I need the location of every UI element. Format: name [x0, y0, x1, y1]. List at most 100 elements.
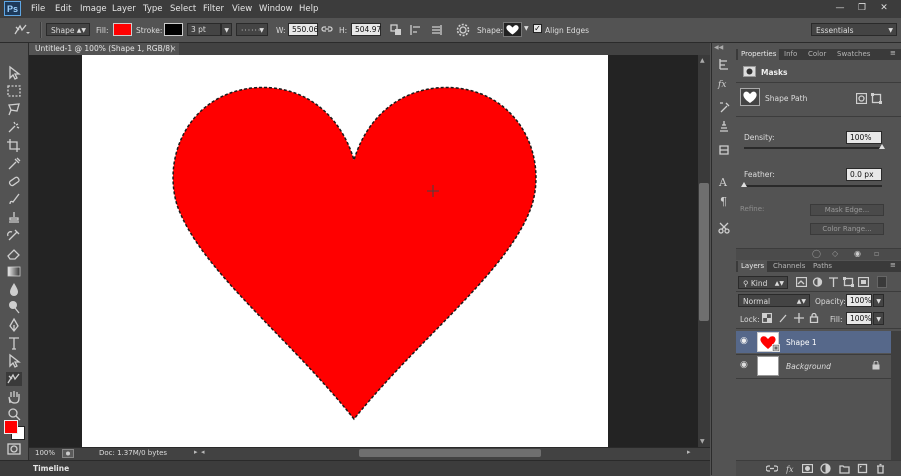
shape-picker[interactable]: [503, 22, 522, 37]
marquee-tool-icon[interactable]: [5, 83, 23, 99]
layer-row-background[interactable]: ◉ Background: [736, 355, 891, 377]
path-alignment-icon[interactable]: [409, 23, 423, 37]
scroll-right-icon[interactable]: ▸: [687, 448, 691, 456]
paragraph-panel-icon[interactable]: ¶: [717, 193, 731, 207]
foreground-color-swatch[interactable]: [4, 420, 18, 434]
width-input[interactable]: 550.06: [288, 23, 318, 36]
document-tab[interactable]: Untitled-1 @ 100% (Shape 1, RGB/8) * ×: [29, 43, 179, 65]
panel-menu-icon[interactable]: ≡: [890, 49, 896, 57]
menu-file[interactable]: File: [31, 4, 45, 14]
lock-position-icon[interactable]: [794, 313, 804, 323]
delete-mask-icon[interactable]: ▫: [874, 249, 879, 258]
gear-icon[interactable]: [456, 23, 470, 37]
menu-help[interactable]: Help: [299, 4, 318, 14]
lock-image-pixels-icon[interactable]: [778, 313, 788, 323]
tab-info[interactable]: Info: [781, 49, 800, 60]
quick-mask-icon[interactable]: [5, 441, 23, 457]
tab-layers[interactable]: Layers: [738, 261, 768, 272]
blur-tool-icon[interactable]: [5, 281, 23, 297]
tab-paths[interactable]: Paths: [810, 261, 835, 272]
tools-scissors-icon[interactable]: [717, 221, 731, 235]
filter-adjustment-icon[interactable]: [812, 277, 823, 287]
feather-input[interactable]: 0.0 px: [846, 168, 882, 181]
filter-type-icon[interactable]: [828, 277, 839, 287]
filter-shape-icon[interactable]: [843, 277, 854, 287]
stroke-width-input[interactable]: 3 pt: [187, 23, 221, 36]
healing-brush-tool-icon[interactable]: [5, 173, 23, 189]
crop-tool-icon[interactable]: [5, 137, 23, 153]
document-canvas[interactable]: [82, 55, 608, 447]
align-edges-checkbox[interactable]: ✓: [533, 24, 542, 33]
blend-mode-dropdown[interactable]: Normal ▲▼: [738, 294, 810, 307]
filter-smart-object-icon[interactable]: [858, 277, 869, 287]
add-layer-mask-icon[interactable]: [802, 464, 813, 473]
menu-type[interactable]: Type: [143, 4, 163, 14]
delete-layer-icon[interactable]: [875, 463, 886, 474]
filter-toggle-switch[interactable]: [877, 276, 887, 288]
disable-mask-icon[interactable]: ◉: [854, 249, 861, 258]
link-icon[interactable]: [321, 24, 333, 34]
quick-selection-tool-icon[interactable]: [5, 119, 23, 135]
lock-all-icon[interactable]: [809, 313, 819, 323]
restore-icon[interactable]: ❐: [851, 2, 873, 15]
type-tool-icon[interactable]: [5, 335, 23, 351]
vertical-scrollbar-thumb[interactable]: [699, 183, 709, 321]
custom-shape-tool-preset-icon[interactable]: [12, 22, 30, 38]
eye-icon[interactable]: ◉: [740, 360, 748, 370]
eye-icon[interactable]: ◉: [740, 336, 748, 346]
status-info-icon[interactable]: [62, 449, 74, 458]
stroke-color-swatch[interactable]: [164, 23, 183, 36]
add-vector-mask-icon[interactable]: [871, 93, 882, 104]
stroke-width-dropdown[interactable]: ▼: [221, 23, 232, 36]
color-range-button[interactable]: Color Range...: [810, 223, 884, 235]
layer-effects-icon[interactable]: fx: [786, 463, 798, 474]
mask-edge-button[interactable]: Mask Edge...: [810, 204, 884, 216]
tool-presets-icon[interactable]: [717, 100, 731, 114]
menu-edit[interactable]: Edit: [55, 4, 71, 14]
add-pixel-mask-icon[interactable]: [856, 93, 867, 104]
move-tool-icon[interactable]: [5, 65, 23, 81]
brush-tool-icon[interactable]: [5, 191, 23, 207]
tab-properties[interactable]: Properties: [738, 49, 780, 60]
new-layer-icon[interactable]: [857, 463, 868, 474]
menu-layer[interactable]: Layer: [112, 4, 136, 14]
close-tab-icon[interactable]: ×: [170, 43, 176, 55]
link-layers-icon[interactable]: [766, 464, 778, 473]
gradient-tool-icon[interactable]: [5, 263, 23, 279]
hand-tool-icon[interactable]: [5, 389, 23, 405]
layer-filter-kind-dropdown[interactable]: ⚲ Kind ▲▼: [738, 276, 788, 289]
density-slider-thumb[interactable]: [879, 144, 885, 149]
stroke-type-dropdown[interactable]: ······· ▼: [236, 23, 268, 36]
path-arrangement-icon[interactable]: [429, 23, 443, 37]
tab-color[interactable]: Color: [805, 49, 829, 60]
scroll-down-icon[interactable]: ▼: [700, 438, 705, 445]
menu-window[interactable]: Window: [259, 4, 293, 14]
brush-presets-icon[interactable]: [717, 119, 731, 133]
clone-source-icon[interactable]: [717, 143, 731, 157]
scroll-up-icon[interactable]: ▲: [700, 57, 705, 64]
history-brush-tool-icon[interactable]: [5, 227, 23, 243]
opacity-slider-dropdown[interactable]: ▼: [873, 294, 884, 307]
history-panel-icon[interactable]: [717, 57, 731, 71]
load-selection-icon[interactable]: ◯: [812, 249, 821, 258]
filter-pixel-icon[interactable]: [796, 277, 807, 287]
density-input[interactable]: 100%: [846, 131, 882, 144]
minimize-icon[interactable]: —: [829, 2, 851, 15]
lasso-tool-icon[interactable]: [5, 101, 23, 117]
tool-mode-dropdown[interactable]: Shape ▲▼: [46, 23, 90, 36]
zoom-level[interactable]: 100%: [35, 449, 55, 457]
chevron-down-icon[interactable]: ▼: [524, 25, 529, 32]
fill-color-swatch[interactable]: [113, 23, 132, 36]
menu-select[interactable]: Select: [170, 4, 196, 14]
feather-slider-track[interactable]: [744, 185, 882, 187]
pen-tool-icon[interactable]: [5, 317, 23, 333]
opacity-input[interactable]: 100%: [846, 294, 872, 307]
height-input[interactable]: 504.97: [351, 23, 381, 36]
close-icon[interactable]: ✕: [873, 2, 895, 15]
feather-slider-thumb[interactable]: [741, 182, 747, 187]
layers-scrollbar[interactable]: [891, 331, 901, 460]
path-operations-icon[interactable]: [389, 23, 403, 37]
horizontal-scrollbar-thumb[interactable]: [359, 449, 541, 457]
adjustment-layer-icon[interactable]: [820, 463, 831, 474]
status-menu-arrow-icon[interactable]: ▸: [194, 448, 198, 456]
